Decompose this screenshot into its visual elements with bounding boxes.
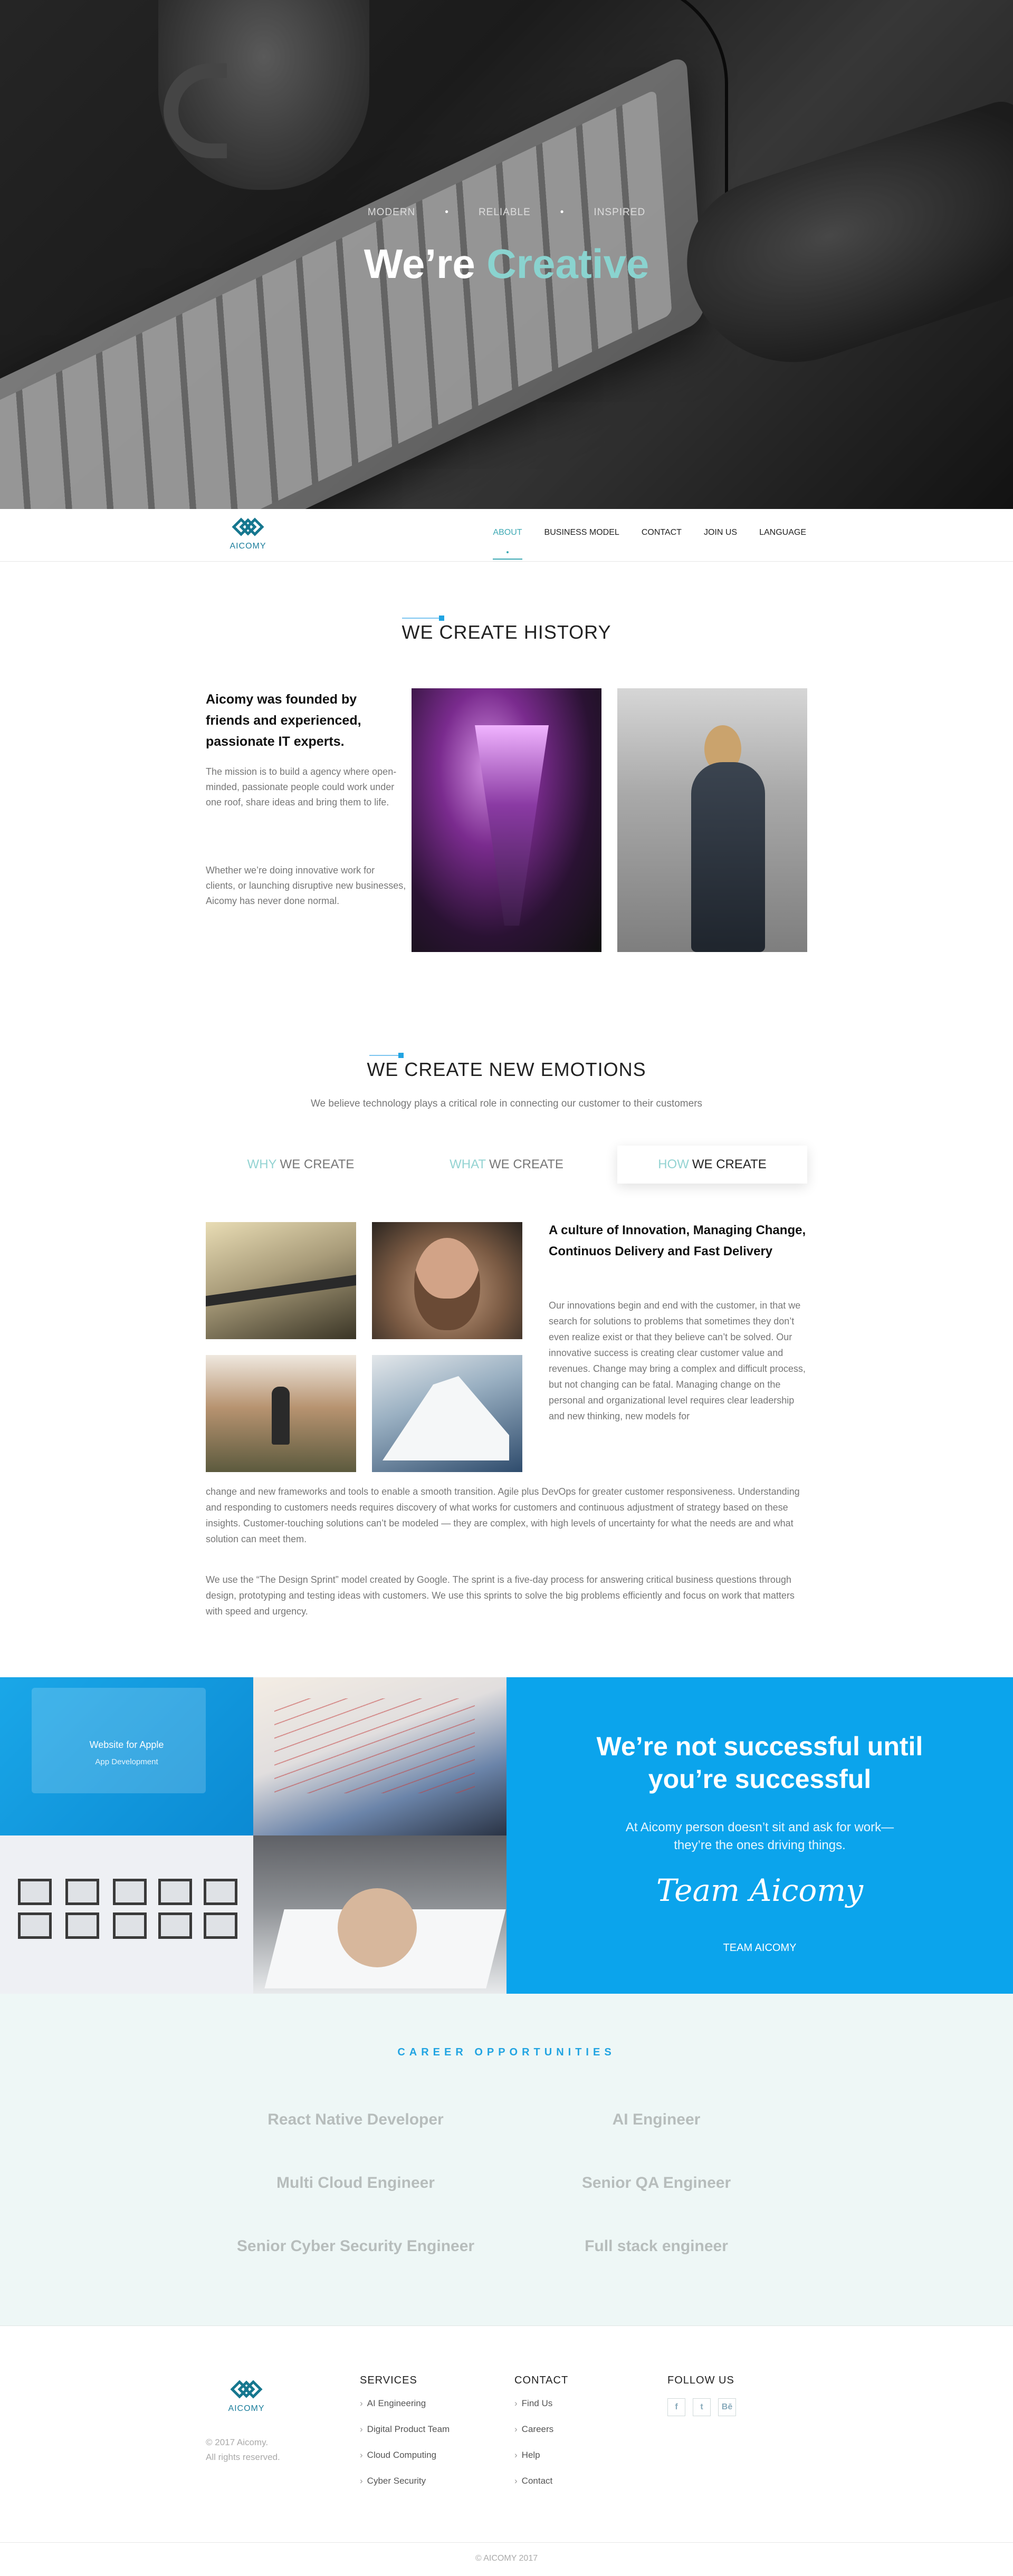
culture-paragraph: Our innovations begin and end with the c…: [549, 1300, 806, 1421]
social-links: f t Bē: [667, 2398, 736, 2416]
portfolio-tile-desk[interactable]: [253, 1835, 506, 1994]
footer-link[interactable]: Cyber Security: [360, 2476, 450, 2502]
twitter-icon[interactable]: t: [693, 2398, 711, 2416]
careers-title: CAREER OPPORTUNITIES: [397, 2046, 616, 2058]
team-subline: At Aicomy person doesn’t sit and ask for…: [625, 1820, 894, 1852]
portfolio-tile-frames[interactable]: [0, 1835, 253, 1994]
main-menu: ABOUT BUSINESS MODEL CONTACT JOIN US LAN…: [471, 528, 806, 560]
team-banner: We’re not successful until you’re succes…: [506, 1677, 1013, 1994]
tab-how-we-create[interactable]: HOW WE CREATE: [617, 1146, 807, 1184]
footer-link[interactable]: AI Engineering: [360, 2398, 450, 2424]
tabs-bar: WHY WE CREATE WHAT WE CREATE HOW WE CREATE: [206, 1146, 807, 1184]
tab-why-we-create[interactable]: WHY WE CREATE: [206, 1146, 396, 1184]
logo-mark-icon: [232, 517, 264, 536]
design-sprint-paragraph: We use the “The Design Sprint” model cre…: [206, 1574, 795, 1617]
emotions-subtitle: We believe technology plays a critical r…: [310, 1098, 703, 1109]
team-label: TEAM AICOMY: [723, 1942, 797, 1954]
footer-link[interactable]: Careers: [514, 2424, 568, 2450]
logo[interactable]: AICOMY: [224, 514, 272, 556]
footer-col-title: SERVICES: [360, 2375, 417, 2386]
tagline-word: INSPIRED: [594, 207, 646, 218]
section-title-history: WE CREATE HISTORY: [0, 616, 1013, 643]
hero-banner: MODERN • RELIABLE • INSPIRED We’re Creat…: [0, 0, 1013, 509]
logo-text: AICOMY: [228, 2404, 265, 2413]
footer-col-title: FOLLOW US: [667, 2375, 734, 2386]
section-title-emotions: WE CREATE NEW EMOTIONS: [0, 1053, 1013, 1081]
culture-paragraph-continued: change and new frameworks and tools to e…: [206, 1486, 800, 1544]
job-link[interactable]: Senior Cyber Security Engineer: [197, 2237, 514, 2255]
street-walker-photo: [617, 688, 807, 952]
history-heading: Aicomy was founded by friends and experi…: [206, 692, 361, 749]
footer-link[interactable]: Digital Product Team: [360, 2424, 450, 2450]
logo-mark-icon: [230, 2380, 263, 2399]
footer-services: SERVICES AI Engineering Digital Product …: [360, 2375, 450, 2502]
history-paragraph: The mission is to build a agency where o…: [206, 766, 397, 808]
careers-section: CAREER OPPORTUNITIES React Native Develo…: [0, 1994, 1013, 2326]
history-paragraph: Whether we’re doing innovative work for …: [206, 865, 406, 906]
nav-item-language[interactable]: LANGUAGE: [759, 528, 806, 560]
snowy-mountain-photo: [372, 1355, 522, 1472]
bottom-copyright: © AICOMY 2017: [475, 2554, 538, 2563]
bearded-man-photo: [372, 1222, 522, 1339]
supertree-photo: [412, 688, 601, 952]
nav-item-about[interactable]: ABOUT: [493, 528, 522, 560]
nav-item-business-model[interactable]: BUSINESS MODEL: [544, 528, 619, 560]
forest-hiker-photo: [206, 1355, 356, 1472]
footer-contact: CONTACT Find Us Careers Help Contact: [514, 2375, 568, 2502]
footer-link[interactable]: Contact: [514, 2476, 568, 2502]
tile-subtitle: App Development: [95, 1757, 158, 1766]
title-deco-icon: [369, 1053, 404, 1058]
tab-what-we-create[interactable]: WHAT WE CREATE: [412, 1146, 601, 1184]
navbar: AICOMY ABOUT BUSINESS MODEL CONTACT JOIN…: [0, 509, 1013, 562]
nav-item-contact[interactable]: CONTACT: [642, 528, 682, 560]
hero-title: We’re Creative: [364, 241, 649, 287]
portfolio-tile-charts[interactable]: [253, 1677, 506, 1835]
title-deco-icon: [402, 616, 444, 621]
footer-logo[interactable]: AICOMY: [223, 2377, 270, 2419]
misty-bridge-photo: [206, 1222, 356, 1339]
culture-heading: A culture of Innovation, Managing Change…: [549, 1223, 806, 1258]
tagline-word: MODERN: [367, 207, 416, 218]
logo-text: AICOMY: [230, 542, 266, 551]
footer-link[interactable]: Help: [514, 2450, 568, 2476]
footer-follow: FOLLOW US f t Bē: [667, 2375, 736, 2416]
facebook-icon[interactable]: f: [667, 2398, 685, 2416]
team-headline: We’re not successful until you’re succes…: [596, 1732, 923, 1794]
team-signature: Team Aicomy: [656, 1872, 864, 1908]
job-link[interactable]: Multi Cloud Engineer: [197, 2174, 514, 2192]
job-link[interactable]: React Native Developer: [197, 2111, 514, 2129]
footer-link[interactable]: Cloud Computing: [360, 2450, 450, 2476]
behance-icon[interactable]: Bē: [718, 2398, 736, 2416]
job-link[interactable]: AI Engineer: [498, 2111, 815, 2129]
hero-tagline: MODERN • RELIABLE • INSPIRED: [367, 207, 646, 218]
tagline-word: RELIABLE: [478, 207, 531, 218]
portfolio-tile-apple[interactable]: Website for Apple App Development: [0, 1677, 253, 1835]
footer-copyright: © 2017 Aicomy. All rights reserved.: [206, 2437, 280, 2462]
job-link[interactable]: Senior QA Engineer: [498, 2174, 815, 2192]
tile-title: Website for Apple: [89, 1739, 164, 1750]
nav-item-join-us[interactable]: JOIN US: [704, 528, 737, 560]
job-link[interactable]: Full stack engineer: [498, 2237, 815, 2255]
footer-link[interactable]: Find Us: [514, 2398, 568, 2424]
footer-col-title: CONTACT: [514, 2375, 569, 2386]
